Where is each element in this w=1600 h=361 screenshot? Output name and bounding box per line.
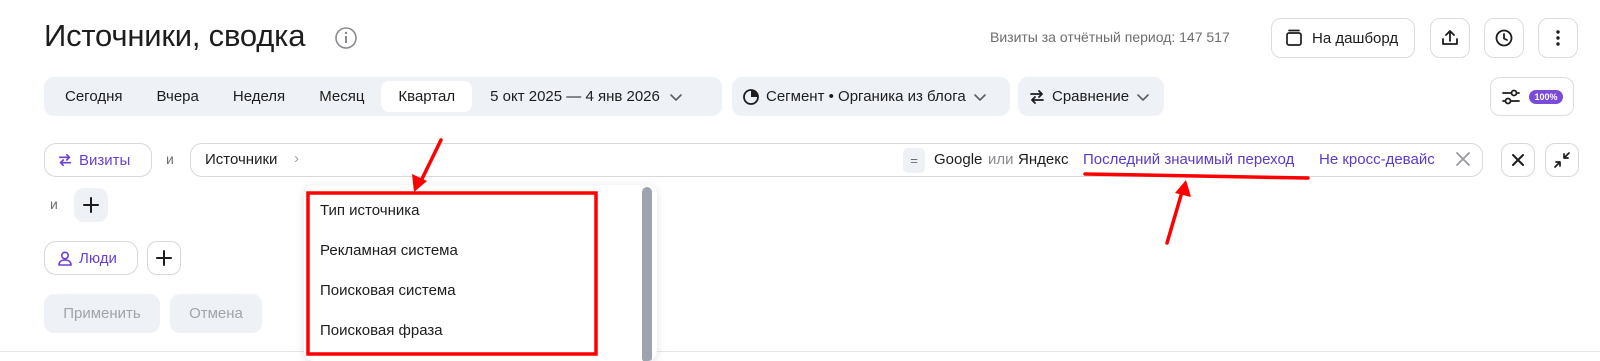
plus-icon — [83, 197, 99, 213]
share-icon — [1442, 30, 1458, 45]
collapse-filters-button[interactable] — [1545, 143, 1579, 177]
date-range-picker[interactable]: 5 окт 2025 — 4 янв 2026 — [472, 88, 684, 105]
filter-value-google[interactable]: Google — [934, 151, 982, 168]
period-tab-today[interactable]: Сегодня — [48, 81, 140, 112]
remove-filter-button[interactable] — [1501, 143, 1535, 177]
dashboard-button-label: На дашборд — [1312, 29, 1399, 47]
page-title: Источники, сводка — [44, 18, 306, 53]
annotation-arrowhead-right — [1175, 180, 1191, 197]
divider — [0, 351, 1600, 352]
more-vertical-icon — [1556, 30, 1560, 46]
share-button[interactable] — [1430, 18, 1470, 58]
period-selector: Сегодня Вчера Неделя Месяц Квартал 5 окт… — [44, 77, 722, 116]
visits-chip-label: Визиты — [79, 151, 131, 169]
close-icon — [1512, 154, 1524, 166]
filter-dimension[interactable]: Источники — [205, 151, 277, 168]
dashboard-icon — [1286, 29, 1302, 46]
annotation-arrow-right — [1165, 190, 1184, 245]
swap-icon — [58, 153, 72, 167]
report-settings-button[interactable]: 100% — [1490, 77, 1574, 116]
more-button[interactable] — [1538, 18, 1578, 58]
apply-button[interactable]: Применить — [44, 294, 160, 333]
segment-pie-icon — [743, 88, 759, 105]
period-tab-month[interactable]: Месяц — [302, 81, 381, 112]
chevron-down-icon — [670, 93, 682, 101]
period-tab-yesterday[interactable]: Вчера — [140, 81, 216, 112]
info-icon[interactable] — [334, 26, 358, 50]
chevron-down-icon — [1137, 93, 1149, 101]
compare-arrows-icon — [1030, 89, 1044, 104]
sliders-icon — [1502, 89, 1521, 104]
source-dimension-dropdown: Тип источника Рекламная система Поискова… — [304, 185, 657, 361]
period-tab-week[interactable]: Неделя — [216, 81, 302, 112]
dropdown-item-search-engine[interactable]: Поисковая система — [320, 282, 456, 299]
compare-select[interactable]: Сравнение — [1018, 77, 1164, 116]
filter-operator[interactable]: = — [903, 148, 925, 173]
collapse-icon — [1554, 152, 1570, 168]
compare-label: Сравнение — [1052, 88, 1130, 105]
person-icon — [58, 251, 72, 266]
dropdown-scrollbar[interactable] — [642, 187, 652, 361]
source-filter[interactable]: Источники › = Google или Яндекс Последни… — [190, 143, 1483, 177]
close-icon[interactable] — [1453, 149, 1473, 169]
filter-value-yandex[interactable]: Яндекс — [1018, 151, 1068, 168]
history-button[interactable] — [1484, 18, 1524, 58]
segment-label: Сегмент • Органика из блога — [766, 88, 966, 105]
dropdown-item-source-type[interactable]: Тип источника — [320, 202, 419, 219]
attribution-link[interactable]: Последний значимый переход — [1083, 151, 1294, 168]
dropdown-item-ad-system[interactable]: Рекламная система — [320, 242, 458, 259]
chevron-down-icon — [973, 93, 986, 101]
clock-icon — [1495, 29, 1513, 47]
filter-chevron: › — [294, 150, 299, 167]
cross-device-link[interactable]: Не кросс-девайс — [1319, 151, 1435, 168]
and-conjunction: и — [50, 196, 58, 212]
date-range-label: 5 окт 2025 — 4 янв 2026 — [490, 88, 660, 105]
add-condition-button[interactable] — [74, 188, 108, 222]
add-people-filter-button[interactable] — [147, 241, 181, 275]
filter-value-or: или — [988, 151, 1014, 168]
people-chip[interactable]: Люди — [44, 241, 138, 275]
cancel-button[interactable]: Отмена — [170, 294, 262, 333]
visits-total: Визиты за отчётный период: 147 517 — [990, 29, 1230, 45]
visits-chip[interactable]: Визиты — [44, 143, 152, 177]
people-chip-label: Люди — [79, 249, 117, 267]
sampling-badge: 100% — [1529, 89, 1563, 104]
period-tab-quarter[interactable]: Квартал — [381, 81, 473, 112]
dropdown-item-search-phrase[interactable]: Поисковая фраза — [320, 322, 443, 339]
add-to-dashboard-button[interactable]: На дашборд — [1271, 18, 1415, 58]
segment-select[interactable]: Сегмент • Органика из блога — [732, 77, 1010, 116]
and-conjunction: и — [166, 151, 174, 167]
plus-icon — [156, 250, 172, 266]
